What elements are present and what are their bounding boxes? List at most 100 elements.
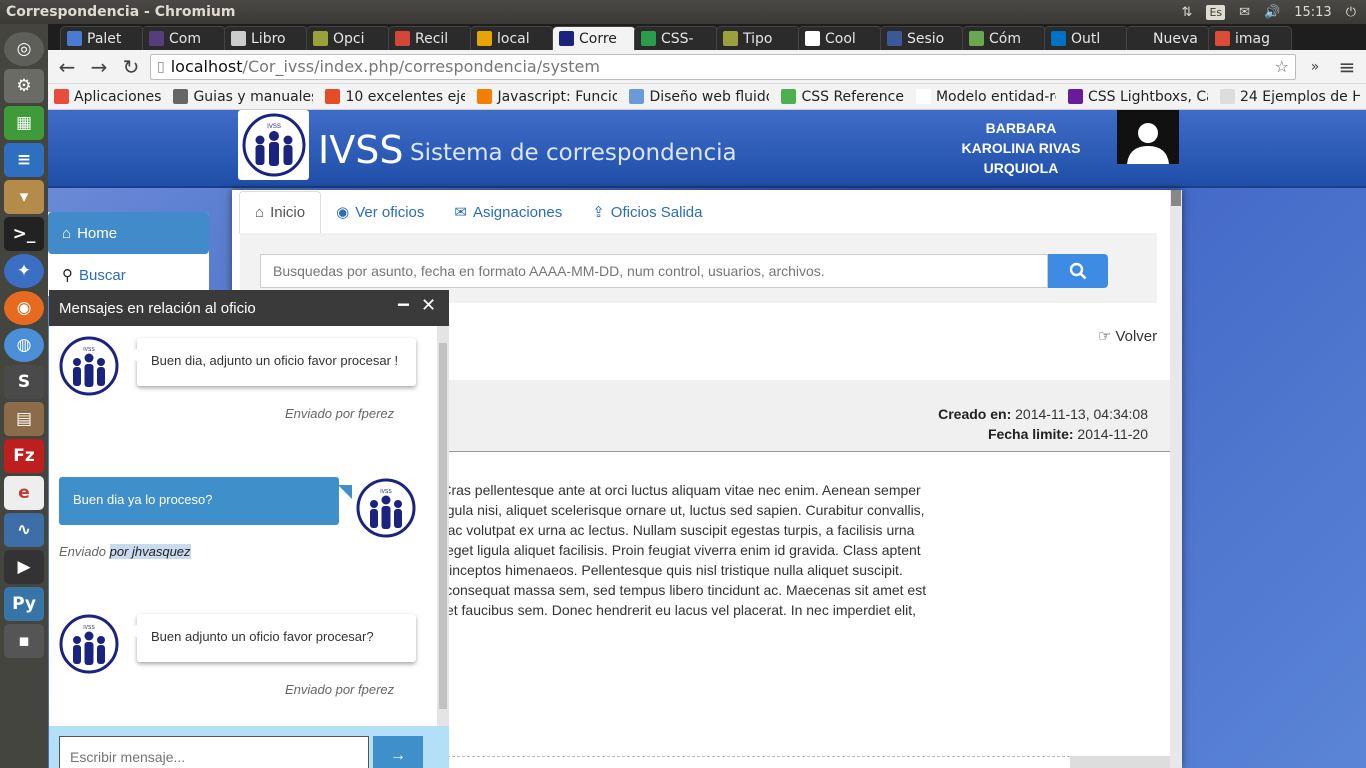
minimize-icon[interactable]: − bbox=[397, 294, 410, 316]
extensions-overflow-icon[interactable]: » bbox=[1302, 54, 1328, 80]
calc-icon[interactable]: ▦ bbox=[4, 106, 44, 140]
nav-home[interactable]: ⌂ Home bbox=[48, 212, 209, 254]
browser-tab-label: Libro bbox=[251, 30, 286, 47]
gmail-icon bbox=[395, 31, 410, 46]
browser-tab[interactable]: Opci bbox=[306, 26, 390, 50]
eye-icon: ◉ bbox=[336, 204, 350, 221]
browser-tab-label: CSS- bbox=[661, 30, 694, 47]
thunderbird-icon[interactable]: ✦ bbox=[4, 254, 44, 288]
bookmark-label: 10 excelentes ejer bbox=[345, 88, 466, 105]
chat-title: Mensajes en relación al oficio bbox=[59, 299, 256, 317]
firefox-icon[interactable]: ◉ bbox=[4, 291, 44, 325]
browser-tab[interactable]: Palet bbox=[60, 26, 144, 50]
browser-tab[interactable]: Recil bbox=[388, 26, 472, 50]
tab-oficios-salida[interactable]: ⇪ Oficios Salida bbox=[577, 191, 717, 233]
bookmark-label: Guias y manuales p bbox=[193, 88, 314, 105]
browser-tab[interactable]: Cool bbox=[798, 26, 882, 50]
evolution-icon[interactable]: e bbox=[4, 476, 44, 510]
volver-link[interactable]: ☞ Volver bbox=[1098, 327, 1157, 346]
search-button[interactable] bbox=[1048, 254, 1108, 288]
chat-scroll-thumb[interactable] bbox=[439, 343, 447, 709]
main-tabs: ⌂ Inicio ◉ Ver oficios ✉ Asignaciones ⇪ … bbox=[239, 190, 1157, 234]
home-icon: ⌂ bbox=[255, 204, 265, 221]
indicator-area: ⇅ Es ✉ 🔊 15:13 ⏻ bbox=[1182, 0, 1356, 24]
browser-tab[interactable]: Sesio bbox=[880, 26, 964, 50]
browser-tab[interactable]: imag bbox=[1208, 26, 1292, 50]
chromium-icon[interactable]: ◍ bbox=[4, 328, 44, 362]
menu-icon[interactable]: ≡ bbox=[1334, 54, 1360, 80]
bookmark-item[interactable]: Aplicaciones bbox=[54, 89, 161, 105]
dash-icon[interactable]: ◎ bbox=[4, 32, 44, 66]
sublime-icon[interactable]: S bbox=[4, 365, 44, 399]
bookmark-item[interactable]: Diseño web fluido bbox=[629, 89, 769, 105]
person-icon bbox=[969, 31, 984, 46]
system-settings-icon[interactable]: ⚙ bbox=[4, 69, 44, 103]
mail-icon[interactable]: ✉ bbox=[1239, 5, 1250, 20]
bookmark-item[interactable]: CSS Lightboxs, Cald bbox=[1067, 89, 1208, 105]
bookmark-star-icon[interactable]: ☆ bbox=[1275, 57, 1289, 76]
bookmark-favicon-icon bbox=[54, 89, 69, 104]
sort-icon[interactable]: ⇅ bbox=[1182, 5, 1193, 20]
bookmark-favicon-icon bbox=[781, 89, 797, 104]
tab-asignaciones[interactable]: ✉ Asignaciones bbox=[439, 191, 577, 233]
files-icon[interactable]: ▤ bbox=[4, 402, 44, 436]
forward-icon[interactable]: → bbox=[86, 54, 112, 80]
address-bar[interactable]: ▯ localhost/Cor_ivss/index.php/correspon… bbox=[150, 53, 1296, 80]
reload-icon[interactable]: ↻ bbox=[118, 54, 144, 80]
bootstrap-icon bbox=[149, 31, 164, 46]
volume-icon[interactable]: 🔊 bbox=[1264, 5, 1280, 20]
send-button[interactable]: → bbox=[373, 736, 423, 768]
chat-scrollbar[interactable] bbox=[437, 326, 449, 726]
browser-tab[interactable]: Libro bbox=[224, 26, 308, 50]
browser-tab[interactable]: local bbox=[470, 26, 554, 50]
browser-tab[interactable]: Corre bbox=[552, 26, 636, 50]
python-icon[interactable]: Py bbox=[4, 587, 44, 621]
browser-tab[interactable]: CSS- bbox=[634, 26, 718, 50]
filezilla-icon[interactable]: Fz bbox=[4, 439, 44, 473]
browser-tab[interactable]: Tipo bbox=[716, 26, 800, 50]
chat-message-input[interactable] bbox=[59, 736, 369, 768]
browser-tab-label: imag bbox=[1235, 30, 1270, 47]
chat-panel: Mensajes en relación al oficio − ✕ IVSS … bbox=[49, 290, 449, 768]
page-scrollbar[interactable] bbox=[1170, 190, 1182, 768]
tab-ver-oficios[interactable]: ◉ Ver oficios bbox=[321, 191, 439, 233]
browser-tab[interactable]: Nueva bbox=[1126, 26, 1210, 50]
toolbox-icon[interactable]: ▪ bbox=[4, 624, 44, 658]
bookmark-item[interactable]: Modelo entidad-re bbox=[915, 89, 1056, 105]
video-editor-icon[interactable]: ▶ bbox=[4, 550, 44, 584]
bookmark-item[interactable]: 24 Ejemplos de HT bbox=[1219, 89, 1360, 105]
home-icon: ⌂ bbox=[62, 224, 72, 242]
archive-icon[interactable]: ▾ bbox=[4, 180, 44, 214]
bookmark-item[interactable]: CSS Reference bbox=[781, 89, 904, 105]
page-icon bbox=[231, 31, 246, 46]
user-avatar[interactable] bbox=[1117, 110, 1179, 164]
browser-tab-label: Tipo bbox=[743, 30, 773, 47]
browser-tab[interactable]: Outl bbox=[1044, 26, 1128, 50]
bookmark-item[interactable]: 10 excelentes ejer bbox=[325, 89, 465, 105]
window-title: Correspondencia - Chromium bbox=[6, 4, 236, 20]
browser-tab[interactable]: Com bbox=[142, 26, 226, 50]
tab-inicio[interactable]: ⌂ Inicio bbox=[239, 191, 322, 234]
wikipedia-icon bbox=[805, 31, 820, 46]
power-icon[interactable]: ⏻ bbox=[1346, 5, 1356, 20]
bookmark-favicon-icon bbox=[173, 89, 189, 104]
pma-icon bbox=[477, 31, 492, 46]
search-input[interactable] bbox=[260, 254, 1048, 288]
back-icon[interactable]: ← bbox=[54, 54, 80, 80]
chat-message-incoming: Buen adjunto un oficio favor procesar? bbox=[126, 614, 416, 662]
bookmark-favicon-icon bbox=[1219, 89, 1235, 104]
bookmark-item[interactable]: Guias y manuales p bbox=[173, 89, 313, 105]
ivss-icon bbox=[559, 31, 574, 46]
bookmark-item[interactable]: Javascript: Funcior bbox=[477, 89, 617, 105]
bookmark-favicon-icon bbox=[915, 89, 931, 104]
close-icon[interactable]: ✕ bbox=[421, 294, 436, 316]
browser-tab[interactable]: Cóm bbox=[962, 26, 1046, 50]
clock[interactable]: 15:13 bbox=[1294, 5, 1331, 20]
svg-text:IVSS: IVSS bbox=[83, 625, 95, 631]
browser-tab-label: Palet bbox=[87, 30, 122, 47]
system-monitor-icon[interactable]: ∿ bbox=[4, 513, 44, 547]
keyboard-layout-indicator[interactable]: Es bbox=[1206, 4, 1226, 20]
terminal-icon[interactable]: >_ bbox=[4, 217, 44, 251]
page-scroll-thumb[interactable] bbox=[1171, 190, 1181, 206]
writer-icon[interactable]: ≡ bbox=[4, 143, 44, 177]
